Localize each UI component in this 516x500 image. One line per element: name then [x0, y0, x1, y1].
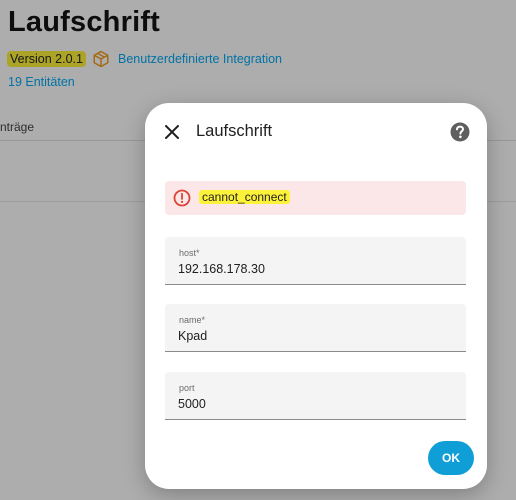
- help-circle-icon: [450, 122, 470, 142]
- alert-circle-icon: [173, 189, 191, 207]
- help-button[interactable]: [449, 121, 471, 143]
- error-alert: cannot_connect: [165, 181, 466, 215]
- ok-button[interactable]: OK: [428, 441, 474, 475]
- name-field[interactable]: name* Kpad: [165, 304, 466, 352]
- port-field[interactable]: port 5000: [165, 372, 466, 420]
- dialog-title: Laufschrift: [196, 122, 273, 140]
- close-button[interactable]: [160, 120, 184, 144]
- port-field-label: port: [179, 383, 195, 393]
- name-field-value: Kpad: [178, 329, 208, 343]
- host-field[interactable]: host* 192.168.178.30: [165, 237, 466, 285]
- error-message: cannot_connect: [199, 190, 290, 204]
- host-field-label: host*: [179, 248, 200, 258]
- config-dialog: Laufschrift cannot_connect host* 192.168…: [145, 103, 487, 489]
- name-field-label: name*: [179, 315, 206, 325]
- close-icon: [165, 125, 179, 139]
- host-field-value: 192.168.178.30: [178, 262, 265, 276]
- port-field-value: 5000: [178, 397, 206, 411]
